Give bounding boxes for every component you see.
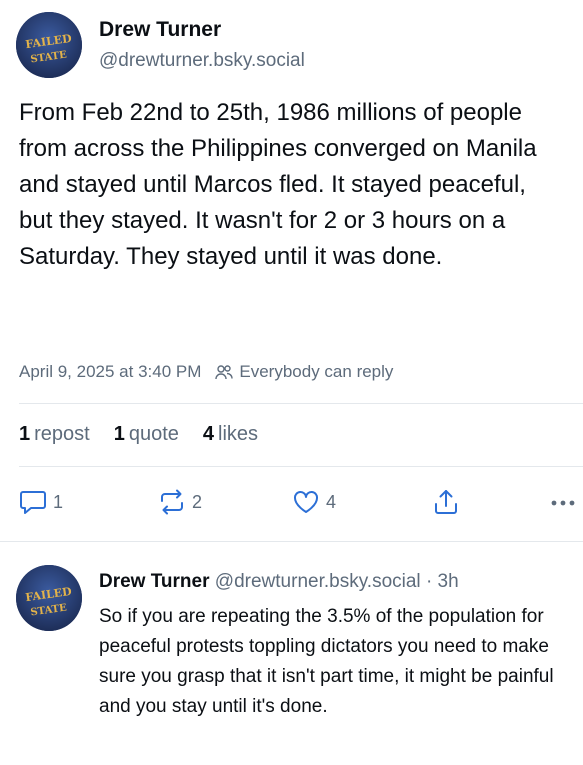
post-actions: 1 2 4 — [0, 485, 583, 521]
reply-header: Drew Turner @drewturner.bsky.social · 3h — [99, 571, 459, 593]
reply-icon — [20, 491, 46, 514]
reply-setting[interactable]: Everybody can reply — [215, 362, 393, 382]
likes-stat[interactable]: 4 likes — [203, 423, 258, 446]
more-button[interactable] — [550, 499, 576, 507]
reposts-stat[interactable]: 1 repost — [19, 423, 90, 446]
reply-author-avatar[interactable]: FAILED STATE — [16, 565, 82, 631]
post-stats: 1 repost 1 quote 4 likes — [19, 423, 282, 446]
post-meta: April 9, 2025 at 3:40 PM Everybody can r… — [19, 362, 393, 382]
more-icon — [551, 500, 575, 506]
reply-author-name[interactable]: Drew Turner — [99, 571, 210, 592]
people-icon — [215, 365, 234, 380]
quotes-count: 1 — [113, 423, 125, 445]
reply-button[interactable]: 1 — [19, 489, 63, 515]
like-button[interactable]: 4 — [292, 489, 336, 515]
reply-time[interactable]: 3h — [438, 571, 459, 592]
divider — [19, 466, 583, 467]
author-handle[interactable]: @drewturner.bsky.social — [99, 50, 305, 72]
repost-button[interactable]: 2 — [158, 489, 202, 515]
avatar-image: FAILED STATE — [16, 565, 82, 631]
author-avatar[interactable]: FAILED STATE — [16, 12, 82, 78]
author-name[interactable]: Drew Turner — [99, 18, 221, 42]
likes-label: likes — [218, 423, 259, 445]
post-text: From Feb 22nd to 25th, 1986 millions of … — [19, 99, 537, 270]
share-icon — [435, 490, 457, 514]
reply-author-handle[interactable]: @drewturner.bsky.social — [215, 571, 421, 592]
like-count: 4 — [326, 491, 337, 512]
divider — [19, 403, 583, 404]
reply-separator: · — [425, 571, 433, 592]
avatar-image: FAILED STATE — [16, 12, 82, 78]
share-button[interactable] — [432, 488, 460, 516]
quotes-label: quote — [128, 423, 179, 445]
quotes-stat[interactable]: 1 quote — [114, 423, 179, 446]
reposts-label: repost — [34, 423, 90, 445]
reposts-count: 1 — [19, 423, 31, 445]
repost-count: 2 — [192, 491, 203, 512]
likes-count: 4 — [202, 423, 215, 445]
reply-count: 1 — [53, 491, 64, 512]
post-timestamp[interactable]: April 9, 2025 at 3:40 PM — [19, 362, 201, 382]
reply-text: So if you are repeating the 3.5% of the … — [99, 606, 554, 717]
divider — [0, 541, 583, 542]
reply-setting-label: Everybody can reply — [239, 362, 394, 381]
heart-icon — [294, 491, 318, 513]
repost-icon — [161, 489, 183, 515]
